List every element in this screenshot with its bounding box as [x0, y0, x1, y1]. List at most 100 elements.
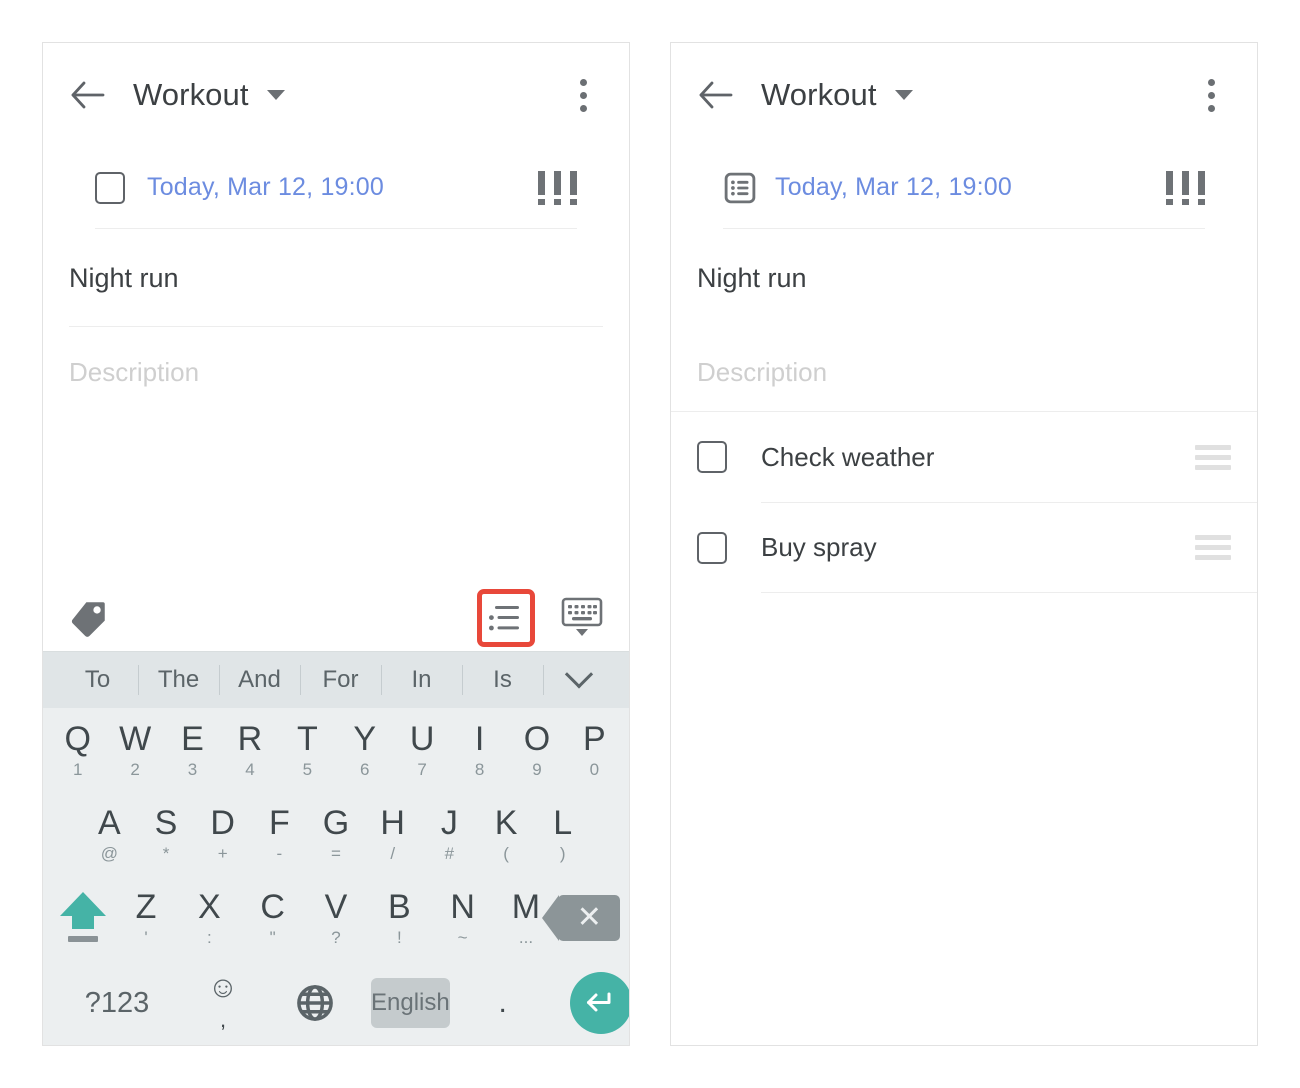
tag-icon[interactable]: [67, 596, 111, 640]
back-arrow-icon[interactable]: [65, 72, 111, 118]
editor-toolbar: [43, 585, 629, 651]
task-description-input[interactable]: Description: [69, 327, 603, 563]
more-vertical-icon[interactable]: [563, 72, 603, 118]
backspace-icon[interactable]: ✕: [542, 895, 621, 941]
key-u[interactable]: U7: [393, 708, 450, 792]
key-glyph: U: [409, 719, 435, 758]
drag-handle-icon[interactable]: [1195, 535, 1231, 560]
key-l[interactable]: L): [534, 792, 591, 876]
list-item[interactable]: Check weather: [697, 412, 1257, 502]
chevron-down-icon[interactable]: [266, 90, 285, 100]
task-title-input[interactable]: Night run: [69, 229, 603, 327]
key-h[interactable]: H /: [364, 792, 421, 876]
task-editor-panel-left: Workout Today, Mar 12, 19:00 Night run D…: [42, 42, 630, 1046]
kebab-dot: [579, 78, 587, 86]
emoji-icon[interactable]: ☺ ,: [177, 973, 269, 1033]
language-globe-icon[interactable]: [269, 982, 361, 1024]
key-glyph: G: [322, 803, 350, 842]
subtask-label[interactable]: Buy spray: [761, 532, 1195, 563]
key-z[interactable]: Z ': [114, 876, 177, 960]
key-t[interactable]: T5: [279, 708, 336, 792]
checkbox-icon[interactable]: [697, 441, 727, 473]
suggestion-chip[interactable]: For: [300, 666, 381, 694]
subtask-check-wrap[interactable]: [697, 441, 761, 473]
subtask-list: Check weather Buy spray: [671, 411, 1257, 592]
key-a[interactable]: A @: [81, 792, 138, 876]
chevron-down-icon[interactable]: [894, 90, 913, 100]
key-w[interactable]: W2: [106, 708, 163, 792]
key-q[interactable]: Q1: [49, 708, 106, 792]
key-alt: 5: [302, 759, 313, 779]
key-j[interactable]: J #: [421, 792, 478, 876]
due-date-label[interactable]: Today, Mar 12, 19:00: [147, 173, 384, 202]
key-c[interactable]: C ": [241, 876, 304, 960]
key-glyph: I: [474, 719, 485, 758]
task-meta-row-left: Today, Mar 12, 19:00: [95, 147, 577, 229]
backspace-key-shape: ✕: [542, 895, 621, 941]
key-b[interactable]: B!: [368, 876, 431, 960]
key-glyph: H: [380, 803, 405, 842]
handle-bar: [1195, 464, 1231, 470]
list-icon[interactable]: [477, 589, 535, 647]
key-v[interactable]: V?: [304, 876, 367, 960]
suggestion-chip[interactable]: And: [219, 666, 300, 694]
key-d[interactable]: D +: [194, 792, 251, 876]
key-alt: ): [559, 843, 566, 863]
checkbox-icon[interactable]: [95, 171, 125, 204]
key-glyph: C: [260, 887, 285, 926]
more-vertical-icon[interactable]: [1191, 72, 1231, 118]
subtask-list-icon[interactable]: [723, 171, 757, 205]
key-e[interactable]: E3: [164, 708, 221, 792]
suggestion-chip[interactable]: To: [57, 666, 138, 694]
keyboard-hide-icon[interactable]: [557, 594, 607, 642]
shift-icon[interactable]: [51, 892, 114, 944]
suggestion-chip[interactable]: The: [138, 666, 219, 694]
symbols-key[interactable]: ?123: [57, 987, 177, 1020]
task-description-input[interactable]: Description: [697, 327, 1231, 411]
key-alt: !: [396, 927, 402, 947]
key-alt: 2: [130, 759, 140, 779]
key-glyph: Y: [353, 719, 377, 758]
suggestion-chip[interactable]: In: [381, 666, 462, 694]
key-glyph: N: [450, 887, 475, 926]
keyboard-row-3: Z ' X: C " V? B! N ~ M... ✕: [43, 876, 629, 960]
priority-high-icon[interactable]: [1166, 170, 1205, 205]
task-complete-toggle[interactable]: [95, 171, 147, 204]
key-o[interactable]: O9: [508, 708, 565, 792]
key-f[interactable]: F-: [251, 792, 308, 876]
suggestion-chip[interactable]: Is: [462, 666, 543, 694]
shift-arrow: [59, 892, 106, 916]
subtask-check-wrap[interactable]: [697, 531, 761, 564]
key-i[interactable]: I8: [451, 708, 508, 792]
checkbox-icon[interactable]: [697, 531, 727, 564]
enter-icon[interactable]: [546, 972, 629, 1034]
key-p[interactable]: P0: [566, 708, 623, 792]
priority-high-icon[interactable]: [538, 170, 577, 205]
kebab-dot: [579, 91, 587, 99]
key-s[interactable]: S *: [138, 792, 195, 876]
key-r[interactable]: R4: [221, 708, 278, 792]
key-n[interactable]: N ~: [431, 876, 494, 960]
back-arrow-icon[interactable]: [693, 72, 739, 118]
period-key[interactable]: .: [460, 988, 546, 1018]
chevron-down-icon[interactable]: [543, 660, 615, 690]
subtask-label[interactable]: Check weather: [761, 442, 1195, 473]
key-alt: 6: [360, 759, 370, 779]
due-date-label[interactable]: Today, Mar 12, 19:00: [775, 173, 1012, 202]
subtask-indicator[interactable]: [723, 171, 775, 205]
list-item[interactable]: Buy spray: [697, 502, 1257, 592]
key-glyph: T: [296, 719, 318, 758]
key-y[interactable]: Y6: [336, 708, 393, 792]
drag-handle-icon[interactable]: [1195, 444, 1231, 470]
task-title-input[interactable]: Night run: [697, 229, 1231, 327]
kebab-dot: [579, 104, 587, 112]
key-k[interactable]: K(: [478, 792, 535, 876]
key-g[interactable]: G =: [308, 792, 365, 876]
space-key[interactable]: English: [371, 978, 450, 1028]
enter-key-circle: [569, 972, 629, 1034]
key-alt: ": [269, 927, 276, 947]
key-glyph: S: [154, 803, 178, 842]
key-x[interactable]: X:: [178, 876, 241, 960]
handle-bar: [1195, 555, 1231, 560]
shift-stem: [71, 915, 94, 929]
